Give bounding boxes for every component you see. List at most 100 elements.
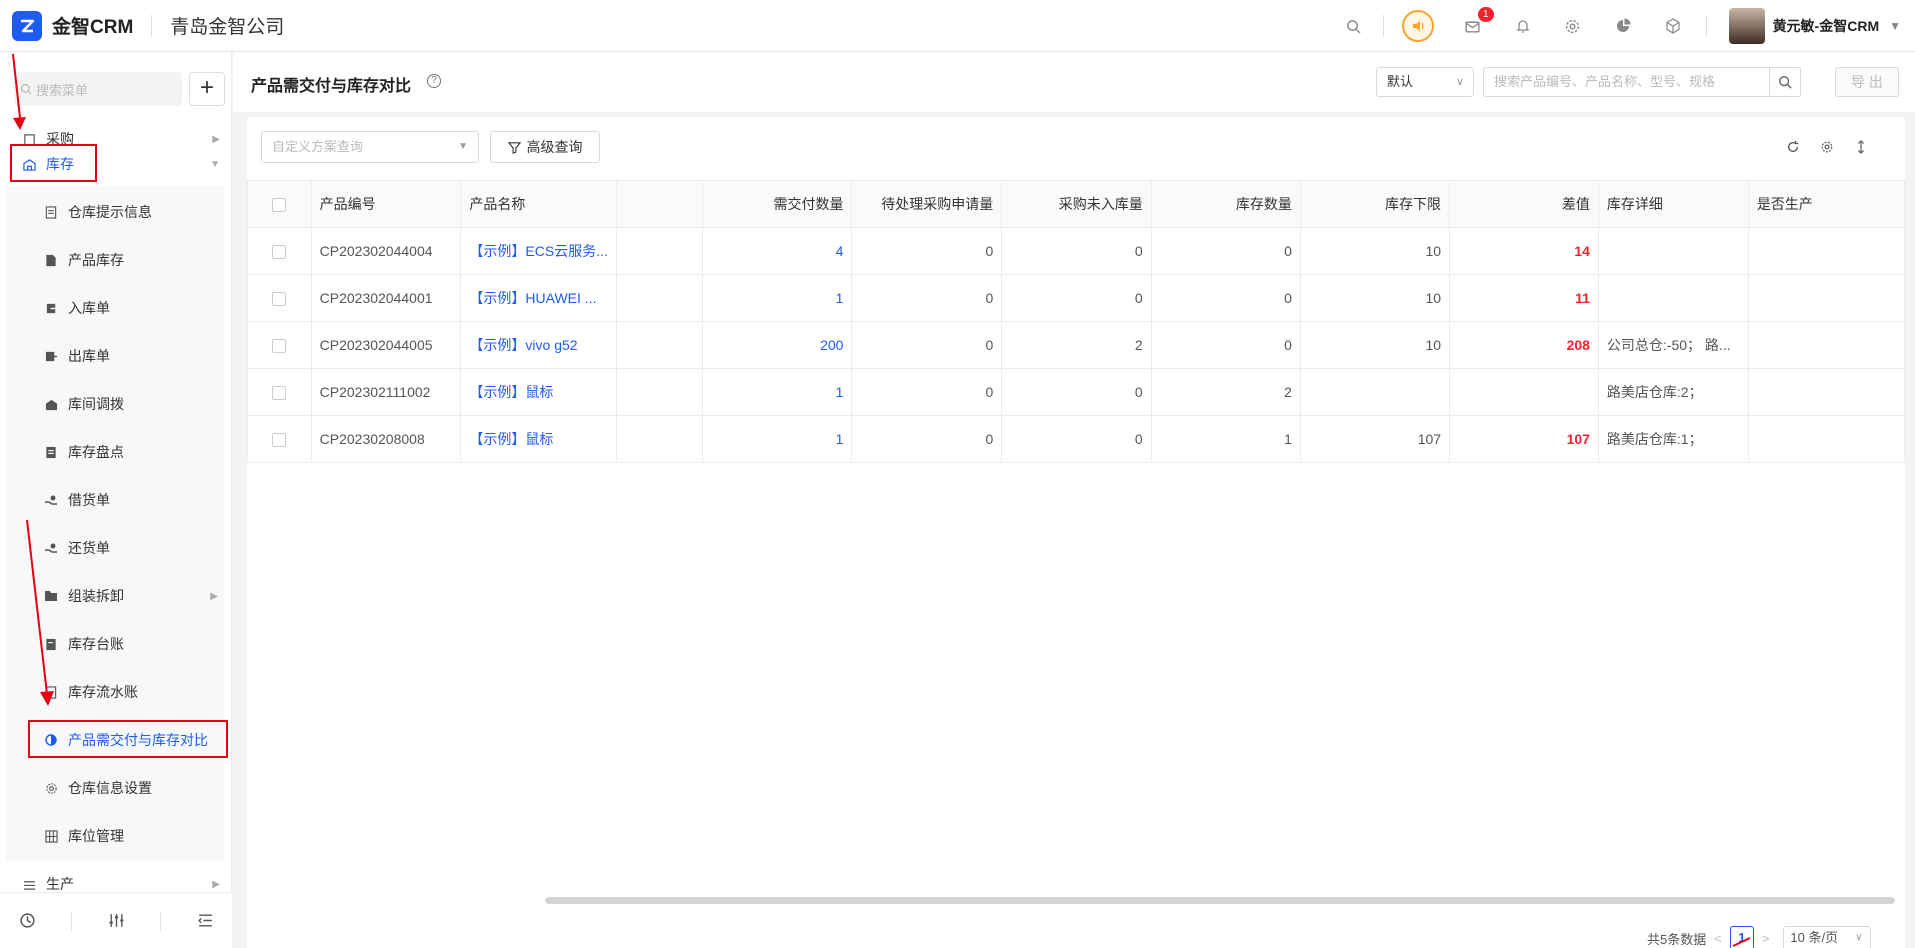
collapse-menu-icon[interactable] xyxy=(195,911,215,931)
select-all-checkbox[interactable] xyxy=(247,180,312,228)
product-name-link[interactable]: 【示例】ECS云服务... xyxy=(460,227,617,275)
pie-chart-icon[interactable] xyxy=(1612,15,1634,37)
advanced-search-button[interactable]: 高级查询 xyxy=(490,131,600,163)
is-produced xyxy=(1747,227,1906,275)
sidebar-item-inbound[interactable]: 入库单 xyxy=(0,286,232,330)
stock-qty: 0 xyxy=(1150,227,1301,275)
page-1-button[interactable]: 1 xyxy=(1729,926,1754,948)
sliders-icon[interactable] xyxy=(106,911,126,931)
table-row[interactable]: CP202302111002 【示例】鼠标 1 0 0 2 路美店仓库:2； xyxy=(247,368,1906,416)
product-search-input[interactable]: 搜索产品编号、产品名称、型号、规格 xyxy=(1483,67,1775,97)
menu-search-input[interactable]: 搜索菜单 xyxy=(14,72,182,106)
user-name[interactable]: 黄元敏-金智CRM xyxy=(1773,16,1880,36)
bell-icon[interactable] xyxy=(1512,15,1534,37)
export-button[interactable]: 导 出 xyxy=(1835,67,1899,97)
pending-request-qty: 0 xyxy=(851,321,1003,369)
col-header[interactable]: 待处理采购申请量 xyxy=(851,180,1003,228)
checkbox[interactable] xyxy=(272,433,287,448)
col-header xyxy=(615,180,704,228)
settings-icon[interactable] xyxy=(1819,139,1835,155)
row-checkbox-cell[interactable] xyxy=(247,321,312,369)
history-icon[interactable] xyxy=(17,911,37,931)
sidebar-item-journal[interactable]: 库存流水账 xyxy=(0,670,232,714)
col-header[interactable]: 是否生产 xyxy=(1747,180,1906,228)
stock-qty: 0 xyxy=(1150,274,1301,322)
sidebar-item-warehouse-alerts[interactable]: 仓库提示信息 xyxy=(0,190,232,234)
sidebar-item-transfer[interactable]: 库间调拨 xyxy=(0,382,232,426)
sidebar-item-label: 产品库存 xyxy=(68,252,124,268)
delivery-qty-link[interactable]: 200 xyxy=(702,321,853,369)
table-row[interactable]: CP20230208008 【示例】鼠标 1 0 0 1 107 107 路美店… xyxy=(247,415,1906,463)
sidebar-item-ledger[interactable]: 库存台账 xyxy=(0,622,232,666)
sidebar-item-location[interactable]: 库位管理 xyxy=(0,814,232,858)
col-header[interactable]: 产品编号 xyxy=(310,180,462,228)
divider xyxy=(71,910,72,931)
chevron-down-icon[interactable]: ▼ xyxy=(1889,19,1901,33)
gear-icon[interactable] xyxy=(1562,15,1584,37)
product-name-link[interactable]: 【示例】HUAWEI ... xyxy=(460,274,617,322)
row-checkbox-cell[interactable] xyxy=(247,274,312,322)
checkbox[interactable] xyxy=(272,245,287,260)
advanced-search-label: 高级查询 xyxy=(526,139,583,155)
checkbox[interactable] xyxy=(272,339,287,354)
help-icon[interactable]: ? xyxy=(427,74,441,88)
stock-min: 10 xyxy=(1299,227,1451,275)
col-header[interactable]: 差值 xyxy=(1449,180,1599,228)
col-header[interactable]: 产品名称 xyxy=(460,180,617,228)
product-name-link[interactable]: 【示例】鼠标 xyxy=(460,415,617,463)
delivery-qty-link[interactable]: 1 xyxy=(702,415,853,463)
delivery-qty-link[interactable]: 1 xyxy=(702,368,853,416)
annotation-box xyxy=(28,720,228,758)
col-header[interactable]: 库存下限 xyxy=(1299,180,1451,228)
row-checkbox-cell[interactable] xyxy=(247,415,312,463)
blank-cell xyxy=(615,321,704,369)
col-header[interactable]: 库存数量 xyxy=(1150,180,1301,228)
delivery-qty-link[interactable]: 4 xyxy=(702,227,853,275)
cube-icon[interactable] xyxy=(1662,15,1684,37)
scheme-select[interactable]: 自定义方案查询 ▼ xyxy=(261,131,479,163)
column-height-icon[interactable] xyxy=(1853,139,1869,155)
row-checkbox-cell[interactable] xyxy=(247,368,312,416)
checkbox[interactable] xyxy=(272,386,287,401)
table-row[interactable]: CP202302044005 【示例】vivo g52 200 0 2 0 10… xyxy=(247,321,1906,369)
sidebar-item-label: 仓库信息设置 xyxy=(68,780,152,796)
speaker-icon[interactable] xyxy=(1401,10,1434,42)
avatar[interactable] xyxy=(1728,8,1765,44)
row-checkbox-cell[interactable] xyxy=(247,227,312,275)
page-size-select[interactable]: 10 条/页 ∨ xyxy=(1783,926,1872,948)
document-icon xyxy=(44,205,58,219)
blank-cell xyxy=(615,415,704,463)
search-icon[interactable] xyxy=(1343,15,1365,37)
sidebar-item-warehouse-settings[interactable]: 仓库信息设置 xyxy=(0,766,232,810)
view-select[interactable]: 默认 ∨ xyxy=(1376,67,1474,97)
table-row[interactable]: CP202302044001 【示例】HUAWEI ... 1 0 0 0 10… xyxy=(247,274,1906,322)
checkbox[interactable] xyxy=(272,198,287,213)
next-page-button[interactable]: > xyxy=(1762,931,1770,946)
pending-request-qty: 0 xyxy=(851,415,1003,463)
chevron-down-icon: ∨ xyxy=(1855,932,1863,943)
company-name[interactable]: 青岛金智公司 xyxy=(170,12,284,39)
table-row[interactable]: CP202302044004 【示例】ECS云服务... 4 0 0 0 10 … xyxy=(247,227,1906,275)
logo-icon[interactable] xyxy=(12,10,42,41)
sidebar-item-product-stock[interactable]: 产品库存 xyxy=(0,238,232,282)
col-header[interactable]: 采购未入库量 xyxy=(1001,180,1152,228)
search-button[interactable] xyxy=(1769,67,1801,97)
horizontal-scrollbar[interactable] xyxy=(545,897,1895,904)
refresh-icon[interactable] xyxy=(1785,139,1801,155)
pagination: 共5条数据 < 1 > 10 条/页 ∨ xyxy=(1647,925,1872,948)
sidebar-item-outbound[interactable]: 出库单 xyxy=(0,334,232,378)
sidebar-item-assembly[interactable]: 组装拆卸 ▶ xyxy=(0,574,232,618)
checkbox[interactable] xyxy=(272,292,287,307)
is-produced xyxy=(1747,415,1906,463)
prev-page-button[interactable]: < xyxy=(1714,931,1722,946)
product-name-link[interactable]: 【示例】vivo g52 xyxy=(460,321,617,369)
product-name-link[interactable]: 【示例】鼠标 xyxy=(460,368,617,416)
col-header[interactable]: 需交付数量 xyxy=(702,180,853,228)
sidebar-item-stocktake[interactable]: 库存盘点 xyxy=(0,430,232,474)
sidebar-item-return[interactable]: 还货单 xyxy=(0,526,232,570)
sidebar-item-borrow[interactable]: 借货单 xyxy=(0,478,232,522)
add-menu-button[interactable]: + xyxy=(189,72,225,106)
col-header[interactable]: 库存详细 xyxy=(1597,180,1749,228)
message-icon[interactable]: 1 xyxy=(1462,7,1494,37)
delivery-qty-link[interactable]: 1 xyxy=(702,274,853,322)
